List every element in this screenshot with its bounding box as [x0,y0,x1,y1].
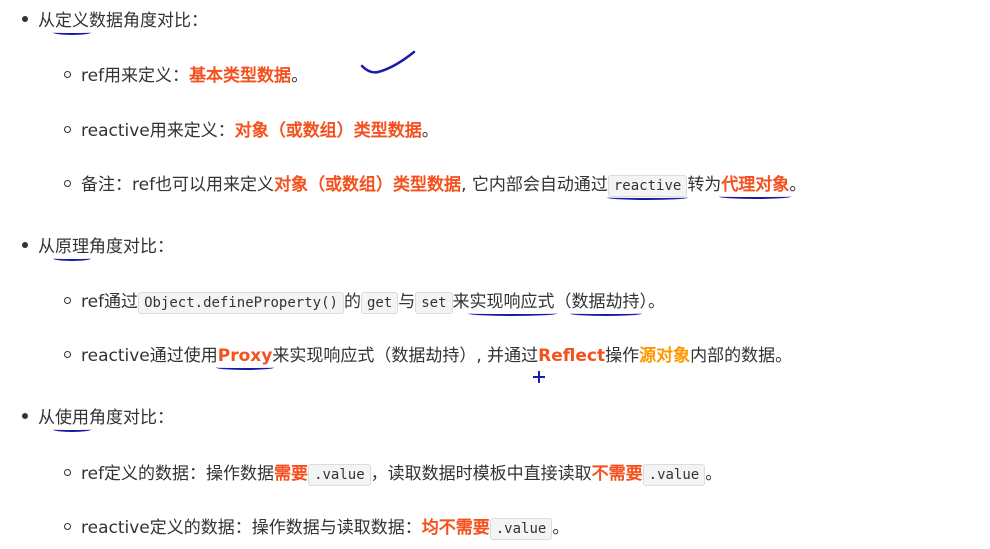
list-item-reactive-principle: reactive通过使用Proxy来实现响应式（数据劫持）, 并通过Reflec… [64,343,792,369]
pen-checkmark [360,50,416,74]
pen-underline: 使用 [55,408,89,428]
pen-underline: 原理 [55,237,89,257]
code-get: get [360,292,399,314]
list-item-reactive-define: reactive用来定义：对象（或数组）类型数据。 [64,118,439,144]
pen-underline: 定义 [55,11,89,31]
code-defineproperty: Object.defineProperty() [138,292,344,314]
cursor-crosshair-icon [533,371,545,383]
list-item-ref-define: ref用来定义：基本类型数据。 [64,63,308,89]
code-reactive: reactive [607,175,688,197]
heading-principle: 从原理角度对比： [22,234,174,260]
heading-definition: 从定义数据角度对比： [22,8,208,34]
bullet [22,16,28,22]
heading-usage: 从使用角度对比： [22,405,174,431]
list-item-reactive-usage: reactive定义的数据：操作数据与读取数据：均不需要 .value。 [64,515,569,541]
code-set: set [415,292,453,314]
code-value: .value [489,518,553,540]
code-value: .value [308,464,371,486]
list-item-note: 备注：ref也可以用来定义对象（或数组）类型数据, 它内部会自动通过 reacti… [64,172,806,198]
list-item-ref-usage: ref定义的数据：操作数据需要 .value ，读取数据时模板中直接读取不需要 .va… [64,461,722,487]
code-value: .value [642,464,706,486]
list-item-ref-principle: ref通过 Object.defineProperty() 的 get 与 set 来实现响… [64,289,665,315]
